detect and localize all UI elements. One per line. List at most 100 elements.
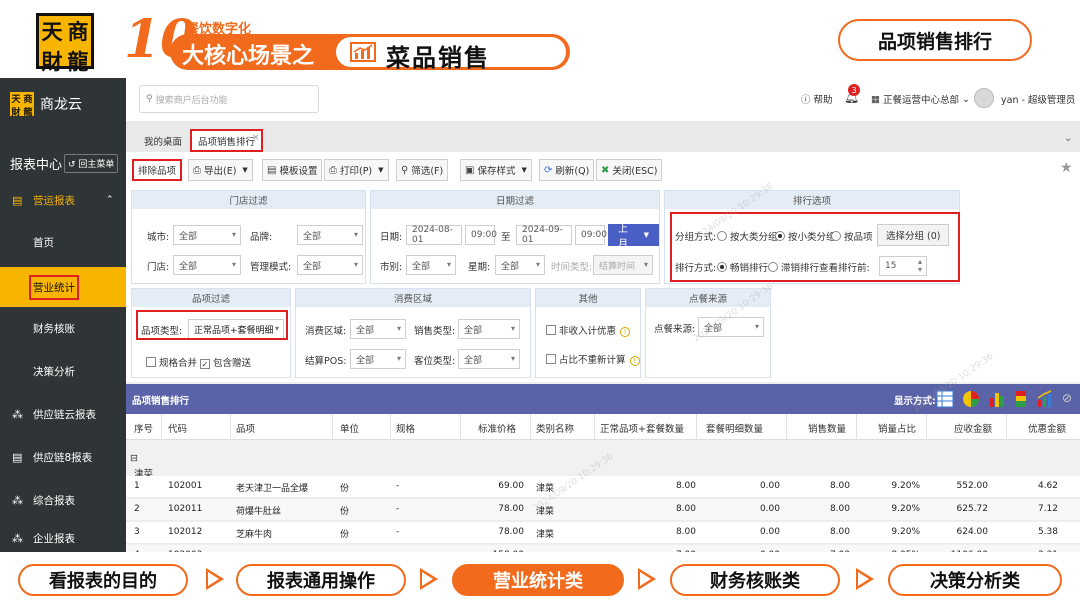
sale-type-select[interactable]: 全部 ▾	[458, 319, 520, 339]
back-to-main-menu-button[interactable]: ↺ 回主菜单	[64, 154, 119, 173]
banner-headline: 大核心场景之	[182, 44, 315, 69]
mode-select[interactable]: 全部 ▾	[297, 255, 363, 275]
pos-select[interactable]: 全部 ▾	[350, 349, 406, 369]
no-recalc-ratio-checkbox[interactable]: 占比不重新计算!	[546, 352, 640, 366]
checkmark-icon: ✓	[200, 359, 210, 369]
area-select[interactable]: 全部 ▾	[350, 319, 406, 339]
chevron-down-icon: ▾	[643, 260, 648, 269]
column-divider	[332, 414, 333, 440]
last-month-button[interactable]: 上月 ▼	[608, 224, 659, 250]
sidebar-item-finance[interactable]: 财务核账	[0, 309, 126, 347]
time-type-label: 时间类型:	[551, 262, 593, 273]
column-header[interactable]: 销售数量	[808, 421, 846, 435]
include-gift-checkbox[interactable]: ✓ 包含赠送	[200, 355, 251, 369]
stacked-chart-icon[interactable]	[1012, 390, 1030, 408]
sidebar-item-label: 供应链云报表	[33, 408, 96, 421]
sidebar-item-enterprise[interactable]: ⁂ 企业报表	[0, 524, 126, 552]
exclude-items-button[interactable]: 排除品项	[132, 159, 183, 181]
template-settings-button[interactable]: ▤ 模板设置	[262, 159, 323, 181]
store-select[interactable]: 全部 ▾	[173, 255, 241, 275]
sidebar-item-supply-8[interactable]: ▤ 供应链8报表	[0, 438, 126, 476]
city-label: 城市:	[147, 232, 170, 243]
week-select[interactable]: 全部 ▾	[495, 255, 545, 275]
table-cell: 78.00	[498, 527, 524, 537]
column-header[interactable]: 正常品项+套餐数量	[600, 421, 684, 435]
export-button[interactable]: ⎙ 导出(E) ▼	[188, 159, 253, 181]
nav-common-ops[interactable]: 报表通用操作	[236, 564, 406, 596]
table-cell: 9.20%	[891, 504, 920, 514]
info-icon[interactable]: !	[620, 327, 631, 337]
filter-button[interactable]: ⚲ 筛选(F)	[396, 159, 449, 181]
chevron-down-icon[interactable]: ⌄	[1064, 133, 1072, 144]
save-style-button[interactable]: ▣ 保存样式 ▼	[460, 159, 532, 181]
table-cell: 份	[340, 484, 350, 494]
nav-purpose[interactable]: 看报表的目的	[18, 564, 188, 596]
column-header[interactable]: 类别名称	[536, 421, 574, 435]
chevron-down-icon: ▼	[378, 166, 384, 174]
nav-business-stats[interactable]: 营业统计类	[452, 564, 624, 596]
column-header[interactable]: 品项	[236, 421, 255, 435]
column-header[interactable]: 序号	[134, 421, 153, 435]
start-date-field[interactable]: 2024-08-01	[406, 225, 462, 245]
close-icon[interactable]: ×	[252, 133, 260, 143]
table-row[interactable]: 1 102001 老天津卫一品全爆份 -69.00 津菜 8.00 0.00 8.00 9.20…	[126, 476, 1080, 498]
sidebar-item-operations-reports[interactable]: ▤ 营运报表 ⌃	[0, 181, 126, 219]
nav-decision[interactable]: 决策分析类	[888, 564, 1062, 596]
table-row[interactable]: 3 102012 芝麻牛肉 份 - 78.00 津菜 8.00 0.00 8.00 9.20% 624…	[126, 522, 1080, 544]
non-revenue-discount-checkbox[interactable]: 非收入计优惠!	[546, 323, 631, 337]
shift-select[interactable]: 全部 ▾	[406, 255, 456, 275]
panel-title: 排行选项	[665, 191, 959, 209]
city-select[interactable]: 全部 ▾	[173, 225, 241, 245]
column-header[interactable]: 优惠金额	[1028, 421, 1066, 435]
end-date-field[interactable]: 2024-09-01	[516, 225, 572, 245]
arrow-right-icon	[206, 568, 224, 590]
column-header[interactable]: 销量占比	[878, 421, 916, 435]
merge-spec-checkbox[interactable]: 规格合并	[146, 355, 197, 369]
org-selector[interactable]: ▦ 正餐运营中心总部 ⌄	[871, 92, 970, 107]
search-placeholder: 搜索商户后台功能	[155, 95, 228, 106]
select-value: 全部	[356, 355, 375, 366]
field-value: 09:00	[581, 230, 607, 240]
pie-chart-icon[interactable]	[962, 390, 980, 408]
time-type-select[interactable]: 结算时间 ▾	[593, 255, 653, 275]
help-button[interactable]: ⓘ 帮助	[801, 92, 833, 106]
info-icon[interactable]: !	[629, 356, 640, 366]
bar-chart-icon[interactable]	[988, 390, 1006, 408]
sidebar-item-home[interactable]: 首页	[0, 223, 126, 261]
sidebar-brand[interactable]: 天 商 財 龍 商龙云	[10, 92, 82, 118]
checkbox-icon	[146, 357, 156, 367]
column-header[interactable]: 标准价格	[478, 421, 516, 435]
print-button[interactable]: ⎙ 打印(P) ▼	[324, 159, 389, 181]
column-divider	[786, 414, 787, 440]
column-header[interactable]: 套餐明细数量	[706, 421, 763, 435]
column-header[interactable]: 规格	[396, 421, 415, 435]
avatar[interactable]	[974, 88, 994, 108]
star-icon[interactable]: ★	[1060, 160, 1073, 176]
close-button[interactable]: ✖ 关闭(ESC)	[596, 159, 663, 181]
group-label: ⊟ 津菜 (15)	[130, 453, 154, 491]
sidebar-item-decision[interactable]: 决策分析	[0, 352, 126, 390]
end-time-field[interactable]: 09:00	[575, 225, 607, 245]
table-row[interactable]: 2 102011 荷爆牛肚丝份 -78.00 津菜 8.00 0.00 8.00 9.20% 62…	[126, 499, 1080, 521]
sidebar-item-business-stats[interactable]: 营业统计	[0, 267, 126, 307]
user-name[interactable]: yan - 超级管理员	[1001, 92, 1075, 106]
column-header[interactable]: 应收金额	[954, 421, 992, 435]
brand-select[interactable]: 全部 ▾	[297, 225, 363, 245]
column-header[interactable]: 单位	[340, 421, 359, 435]
start-time-field[interactable]: 09:00	[465, 225, 497, 245]
refresh-button[interactable]: ⟳ 刷新(Q)	[539, 159, 595, 181]
sidebar-item-comprehensive[interactable]: ⁂ 综合报表	[0, 481, 126, 519]
seat-type-label: 客位类型:	[414, 356, 456, 367]
search-input[interactable]: ⚲ 搜索商户后台功能	[139, 85, 319, 113]
select-value: 全部	[501, 261, 520, 272]
building-icon: ▦	[871, 93, 880, 105]
chevron-down-icon: ▾	[510, 354, 515, 363]
line-chart-icon[interactable]	[1036, 390, 1054, 408]
nav-finance[interactable]: 财务核账类	[670, 564, 840, 596]
column-header[interactable]: 代码	[168, 421, 187, 435]
table-cell: 0.00	[759, 481, 780, 491]
sidebar-item-supply-cloud[interactable]: ⁂ 供应链云报表	[0, 395, 126, 433]
tab-desktop[interactable]: 我的桌面	[138, 129, 188, 152]
seat-type-select[interactable]: 全部 ▾	[458, 349, 520, 369]
clear-icon[interactable]: ⊘	[1062, 391, 1072, 405]
